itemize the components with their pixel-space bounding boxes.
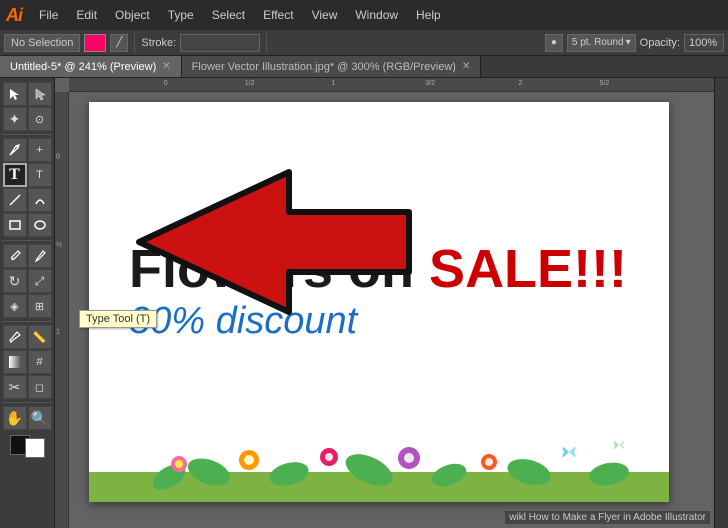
zoom-tool[interactable]: 🔍 [28,406,52,430]
live-paint-tool[interactable]: ⊞ [28,294,52,318]
eyedropper-tool[interactable] [3,325,27,349]
menu-type[interactable]: Type [163,6,199,24]
canvas-content[interactable]: Flowers on SALE!!! 30% discount [69,92,714,528]
gradient-tool[interactable] [3,350,27,374]
ai-logo: Ai [6,5,22,26]
mesh-tool[interactable]: # [28,350,52,374]
title-bar: Ai File Edit Object Type Select Effect V… [0,0,728,30]
fill-color-swatch[interactable] [84,34,106,52]
weight-dropdown[interactable]: 5 pt. Round ▾ [567,34,636,52]
menu-object[interactable]: Object [110,6,155,24]
tool-row-eyedropper: 📏 [2,325,52,349]
menu-edit[interactable]: Edit [71,6,102,24]
tool-row-pen: + [2,138,52,162]
tool-row-gradient: # [2,350,52,374]
color-swatches [2,435,52,458]
stroke-value-field[interactable] [180,34,260,52]
lasso-tool[interactable]: ⊙ [28,107,52,131]
tool-row-rotate: ↻ ⤢ [2,269,52,293]
tool-row-blend: ◈ ⊞ [2,294,52,318]
tools-divider-1 [2,134,52,135]
big-red-arrow [129,152,429,332]
toolbar-separator-1 [134,33,135,53]
toolbar-separator-2 [266,33,267,53]
right-scroll-panel[interactable] [714,78,728,528]
opacity-field[interactable]: 100% [684,34,724,52]
magic-wand-tool[interactable]: ✦ [3,107,27,131]
tools-divider-4 [2,402,52,403]
hand-tool[interactable]: ✋ [3,406,27,430]
opacity-label: Opacity: [640,37,680,49]
main-area: ✦ ⊙ + T T [0,78,728,528]
pencil-tool[interactable] [28,244,52,268]
tools-panel: ✦ ⊙ + T T [0,78,55,528]
stroke-label: Stroke: [141,37,176,49]
arc-tool[interactable] [28,188,52,212]
tool-row-magic: ✦ ⊙ [2,107,52,131]
canvas-area: 0 1/2 1 3/2 2 5/2 0 ½ 1 Flowers on [55,78,714,528]
vertical-ruler: 0 ½ 1 [55,92,69,528]
sale-text: SALE!!! [429,239,627,299]
menu-window[interactable]: Window [350,6,403,24]
tab-close-untitled[interactable]: ✕ [162,61,170,72]
no-selection-label: No Selection [4,34,80,52]
horizontal-ruler: 0 1/2 1 3/2 2 5/2 [69,78,714,92]
tab-close-flower[interactable]: ✕ [462,61,470,72]
tool-row-rect [2,213,52,237]
tooltip: Type Tool (T) [79,310,157,328]
paintbrush-tool[interactable] [3,244,27,268]
brush-options-icon[interactable]: ● [545,34,563,52]
menu-select[interactable]: Select [207,6,250,24]
scissors-tool[interactable]: ✂ [3,375,27,399]
tool-row-line [2,188,52,212]
rotate-tool[interactable]: ↻ [3,269,27,293]
eraser-tool[interactable]: ◻ [28,375,52,399]
floral-decoration [89,422,669,502]
watermark: wikl How to Make a Flyer in Adobe Illust… [505,511,710,524]
tools-divider-3 [2,321,52,322]
blend-tool[interactable]: ◈ [3,294,27,318]
tool-row-brush [2,244,52,268]
scale-tool[interactable]: ⤢ [28,269,52,293]
background-color[interactable] [25,438,45,458]
selection-tool[interactable] [3,82,27,106]
type-tool[interactable]: T [3,163,27,187]
canvas-with-vruler: 0 ½ 1 Flowers on SALE!!! 30% discount [55,92,714,528]
tab-bar: Untitled-5* @ 241% (Preview) ✕ Flower Ve… [0,56,728,78]
pen-tool[interactable] [3,138,27,162]
add-anchor-tool[interactable]: + [28,138,52,162]
rectangle-tool[interactable] [3,213,27,237]
tool-row-selection [2,82,52,106]
tool-row-type: T T [2,163,52,187]
tool-row-hand: ✋ 🔍 [2,406,52,430]
menu-file[interactable]: File [34,6,63,24]
line-tool[interactable] [3,188,27,212]
tab-untitled[interactable]: Untitled-5* @ 241% (Preview) ✕ [0,56,182,77]
menu-view[interactable]: View [307,6,343,24]
toolbar-right: ● 5 pt. Round ▾ Opacity: 100% [545,34,724,52]
tools-divider-2 [2,240,52,241]
control-toolbar: No Selection ╱ Stroke: ● 5 pt. Round ▾ O… [0,30,728,56]
tab-flower[interactable]: Flower Vector Illustration.jpg* @ 300% (… [182,56,482,77]
menu-help[interactable]: Help [411,6,446,24]
area-type-tool[interactable]: T [28,163,52,187]
ellipse-tool[interactable] [28,213,52,237]
measure-tool[interactable]: 📏 [28,325,52,349]
tool-row-scissors: ✂ ◻ [2,375,52,399]
direct-selection-tool[interactable] [28,82,52,106]
menu-effect[interactable]: Effect [258,6,298,24]
fill-none-icon[interactable]: ╱ [110,34,128,52]
